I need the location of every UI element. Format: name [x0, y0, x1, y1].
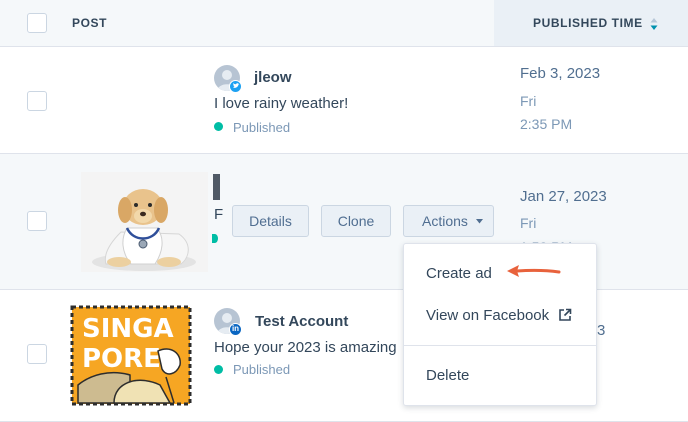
menu-item-delete[interactable]: Delete: [426, 367, 469, 384]
actions-button[interactable]: Actions: [403, 205, 494, 237]
table-header: POST PUBLISHED TIME: [0, 0, 688, 47]
sort-icon[interactable]: [650, 17, 658, 31]
published-time: 2:35 PM: [520, 116, 573, 132]
actions-button-label: Actions: [422, 213, 468, 229]
svg-text:SINGA: SINGA: [82, 314, 174, 344]
select-all-checkbox[interactable]: [27, 13, 47, 33]
table-row[interactable]: jleow I love rainy weather! Published Fe…: [0, 47, 688, 154]
post-message: F: [214, 206, 224, 223]
menu-divider: [404, 345, 596, 346]
details-button[interactable]: Details: [232, 205, 309, 237]
account-name[interactable]: jleow: [254, 69, 292, 86]
published-date-partial: 3: [597, 322, 606, 339]
annotation-arrow-icon: [507, 265, 561, 277]
post-thumbnail-image: [81, 172, 208, 272]
linkedin-icon: in: [229, 323, 242, 336]
post-thumbnail-image: SINGA PORE: [70, 305, 192, 406]
published-date: Jan 27, 2023: [520, 188, 607, 205]
external-link-icon: [559, 308, 572, 321]
account-name[interactable]: Test Account: [255, 313, 348, 330]
status-dot: [214, 122, 223, 131]
twitter-icon: [229, 80, 242, 93]
published-date: Feb 3, 2023: [520, 65, 601, 82]
status-badge: Published: [233, 120, 291, 135]
avatar: [213, 174, 220, 200]
column-header-published-time[interactable]: PUBLISHED TIME: [533, 16, 643, 30]
caret-down-icon: [476, 219, 483, 224]
published-weekday: Fri: [520, 215, 537, 231]
clone-button[interactable]: Clone: [321, 205, 391, 237]
row-checkbox[interactable]: [27, 91, 47, 111]
published-weekday: Fri: [520, 93, 537, 109]
svg-text:PORE: PORE: [82, 344, 161, 374]
status-dot: [214, 365, 223, 374]
status-dot: [212, 234, 218, 243]
actions-dropdown-menu: Create ad View on Facebook Delete: [403, 243, 597, 406]
post-message: Hope your 2023 is amazing: [214, 339, 397, 356]
menu-item-view-on-facebook[interactable]: View on Facebook: [426, 307, 549, 324]
post-message: I love rainy weather!: [214, 95, 349, 112]
column-header-post[interactable]: POST: [72, 16, 107, 30]
row-checkbox[interactable]: [27, 344, 47, 364]
status-badge: Published: [233, 362, 291, 377]
menu-item-create-ad[interactable]: Create ad: [426, 265, 492, 282]
row-checkbox[interactable]: [27, 211, 47, 231]
